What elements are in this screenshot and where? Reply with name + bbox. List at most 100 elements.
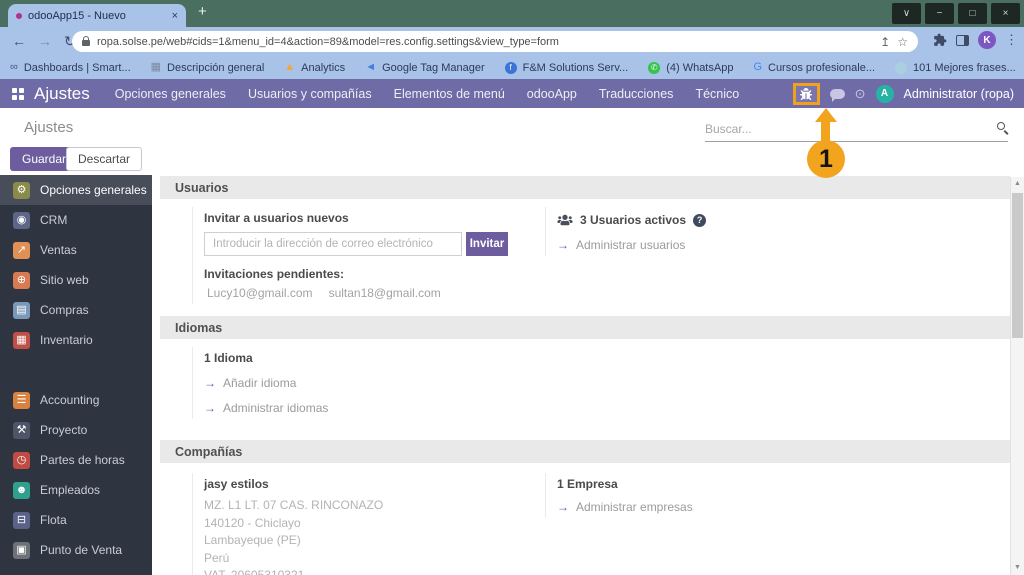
address-line: VAT. 20605310321 (204, 567, 522, 575)
sidebar-item[interactable]: ⊟ Flota (0, 505, 152, 535)
user-name[interactable]: Administrator (ropa) (904, 87, 1014, 101)
url-text[interactable]: ropa.solse.pe/web#cids=1&menu_id=4&actio… (97, 36, 873, 48)
menu-odooapp[interactable]: odooApp (516, 87, 588, 101)
browser-titlebar: odooApp15 - Nuevo × + ∨ − □ × (0, 0, 1024, 27)
sidebar-item[interactable]: ☻ Empleados (0, 475, 152, 505)
new-tab-button[interactable]: + (198, 3, 207, 20)
sidebar-item[interactable]: ↗ Ventas (0, 235, 152, 265)
sidebar-item[interactable]: ▣ Punto de Venta (0, 535, 152, 565)
window-restore-button[interactable]: □ (958, 3, 987, 24)
add-language-link[interactable]: → Añadir idioma (204, 376, 517, 390)
menu-traducciones[interactable]: Traducciones (588, 87, 685, 101)
help-icon[interactable]: ? (693, 214, 706, 227)
back-icon[interactable]: ← (12, 33, 26, 49)
bookmark-item[interactable]: G Cursos profesionale... (753, 62, 875, 74)
annotation-step-badge: 1 (807, 140, 845, 178)
scrollbar-thumb[interactable] (1012, 193, 1023, 338)
sidebar-item-label: Compras (40, 303, 89, 317)
user-avatar[interactable]: A (876, 85, 894, 103)
sidebar-item-label: Ventas (40, 243, 77, 257)
sidebar-item-label: Sitio web (40, 273, 89, 287)
arrow-right-icon: → (557, 500, 569, 514)
odoo-navbar: Ajustes Opciones generales Usuarios y co… (0, 79, 1024, 108)
menu-tecnico[interactable]: Técnico (684, 87, 750, 101)
bookmark-item[interactable]: ∞ Dashboards | Smart... (10, 62, 131, 74)
bookmark-icon: ✆ (648, 62, 660, 74)
side-panel-icon[interactable] (956, 35, 969, 46)
language-count: 1 Idioma (204, 351, 517, 365)
app-title[interactable]: Ajustes (34, 84, 90, 104)
menu-elementos-menu[interactable]: Elementos de menú (383, 87, 516, 101)
activities-icon[interactable]: ⊙ (855, 87, 866, 100)
bookmark-item[interactable]: ▦ Descripción general (151, 62, 265, 74)
bookmark-item[interactable]: ✆ (4) WhatsApp (648, 62, 733, 74)
vertical-scrollbar[interactable]: ▲ ▼ (1010, 177, 1024, 575)
sidebar-item-label: Empleados (40, 483, 100, 497)
section-header-usuarios: Usuarios (160, 176, 1010, 199)
url-bar[interactable]: ropa.solse.pe/web#cids=1&menu_id=4&actio… (72, 31, 918, 52)
manage-companies-link[interactable]: → Administrar empresas (557, 500, 875, 514)
browser-menu-icon[interactable]: ⋮ (1005, 32, 1018, 48)
sidebar-item[interactable]: ⚙ Opciones generales (0, 175, 152, 205)
window-minimize-button[interactable]: − (925, 3, 954, 24)
sidebar-item-label: Partes de horas (40, 453, 125, 467)
manage-users-link[interactable]: → Administrar usuarios (557, 238, 875, 252)
tab-close-icon[interactable]: × (172, 10, 178, 22)
menu-opciones-generales[interactable]: Opciones generales (104, 87, 237, 101)
bookmark-item[interactable]: ▲ Analytics (284, 62, 345, 74)
sidebar-item[interactable]: ▤ Compras (0, 295, 152, 325)
sidebar-item[interactable]: ☰ Accounting (0, 385, 152, 415)
invite-button[interactable]: Invitar (466, 232, 508, 256)
bookmark-label: Analytics (301, 62, 345, 74)
discard-button[interactable]: Descartar (66, 147, 142, 171)
browser-tab[interactable]: odooApp15 - Nuevo × (8, 4, 186, 27)
settings-sidebar: ⚙ Opciones generales ◉ CRM ↗ Ventas ⊕ Si… (0, 175, 152, 575)
menu-usuarios-companias[interactable]: Usuarios y compañías (237, 87, 383, 101)
pending-email[interactable]: sultan18@gmail.com (329, 286, 441, 300)
messages-icon[interactable] (830, 89, 845, 99)
bookmark-star-icon[interactable]: ☆ (897, 35, 908, 49)
window-menu-button[interactable]: ∨ (892, 3, 921, 24)
extensions-icon[interactable] (933, 33, 947, 47)
sidebar-item-label: Flota (40, 513, 67, 527)
bookmark-item[interactable]: f F&M Solutions Serv... (505, 62, 629, 74)
sidebar-item[interactable]: ▦ Inventario (0, 325, 152, 355)
app-icon: ⚙ (13, 182, 30, 199)
invite-email-input[interactable] (204, 232, 462, 256)
sidebar-item[interactable]: ⊕ Sitio web (0, 265, 152, 295)
search-icon[interactable] (997, 122, 1005, 130)
section-header-companias: Compañías (160, 440, 1010, 463)
app-icon: ▣ (13, 542, 30, 559)
address-line: Lambayeque (PE) (204, 532, 522, 550)
bookmark-icon: ◄ (365, 62, 376, 73)
bookmark-icon: f (505, 62, 517, 74)
debug-bug-icon[interactable] (793, 83, 820, 105)
manage-languages-link[interactable]: → Administrar idiomas (204, 401, 517, 415)
bookmark-label: Dashboards | Smart... (24, 62, 131, 74)
forward-icon[interactable]: → (38, 33, 52, 49)
search-input[interactable] (705, 117, 1008, 141)
company-address: MZ. L1 LT. 07 CAS. RINCONAZO 140120 - Ch… (204, 497, 522, 575)
sidebar-item[interactable]: ⚒ Proyecto (0, 415, 152, 445)
pending-invitations-label: Invitaciones pendientes: (204, 267, 517, 281)
bookmark-item[interactable]: ◄ Google Tag Manager (365, 62, 484, 74)
arrow-right-icon: → (204, 401, 216, 415)
share-icon[interactable]: ↥ (880, 35, 890, 49)
apps-menu-icon[interactable] (12, 88, 24, 100)
bookmark-icon: ▦ (151, 62, 161, 73)
bookmark-item[interactable]: 101 Mejores frases... (895, 62, 1016, 74)
manage-users-label: Administrar usuarios (576, 238, 685, 252)
sidebar-item[interactable]: ◉ CRM (0, 205, 152, 235)
window-close-button[interactable]: × (991, 3, 1020, 24)
scroll-up-icon[interactable]: ▲ (1011, 178, 1024, 190)
languages-box: 1 Idioma → Añadir idioma → Administrar i… (192, 347, 517, 419)
browser-profile-avatar[interactable]: K (978, 31, 996, 49)
sidebar-item[interactable]: ◷ Partes de horas (0, 445, 152, 475)
scroll-down-icon[interactable]: ▼ (1011, 562, 1024, 574)
app-icon: ☰ (13, 392, 30, 409)
pending-email[interactable]: Lucy10@gmail.com (207, 286, 313, 300)
bookmark-label: Cursos profesionale... (768, 62, 875, 74)
browser-toolbar: ← → ↻ ropa.solse.pe/web#cids=1&menu_id=4… (0, 27, 1024, 56)
bookmark-label: 101 Mejores frases... (913, 62, 1016, 74)
company-name[interactable]: jasy estilos (204, 477, 522, 491)
